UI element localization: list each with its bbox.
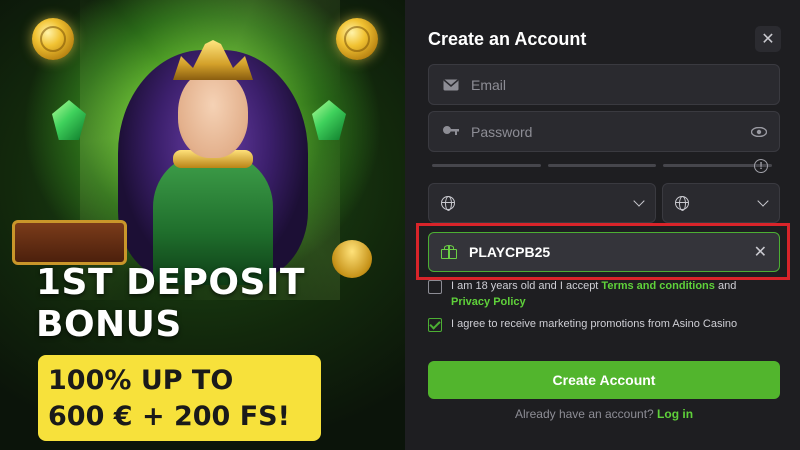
strength-segment [432, 164, 541, 167]
marketing-checkbox[interactable] [428, 318, 442, 332]
login-prompt: Already have an account? Log in [428, 407, 780, 421]
terms-checkbox[interactable] [428, 280, 442, 294]
globe-icon [441, 196, 455, 211]
terms-row: I am 18 years old and I accept Terms and… [428, 278, 780, 310]
key-icon [441, 125, 461, 139]
create-account-button[interactable]: Create Account [428, 361, 780, 399]
currency-select[interactable] [662, 183, 780, 223]
eye-icon[interactable] [750, 124, 768, 140]
promo-code-input[interactable] [469, 244, 754, 260]
headline-line-1: 1ST DEPOSIT [36, 262, 305, 303]
info-icon[interactable]: ! [754, 159, 768, 173]
headline-line-2: BONUS [36, 304, 182, 345]
terms-prefix: I am 18 years old and I accept [451, 280, 602, 292]
chevron-down-icon [757, 195, 769, 207]
gold-coin-icon [336, 18, 378, 60]
password-input[interactable] [471, 123, 751, 140]
close-button[interactable]: ✕ [755, 26, 781, 52]
login-link[interactable]: Log in [657, 407, 693, 421]
login-prompt-text: Already have an account? [514, 407, 654, 421]
terms-and: and [714, 280, 737, 292]
email-input[interactable] [471, 76, 767, 93]
goddess-character-illustration [118, 20, 308, 285]
gold-coin-icon [32, 18, 74, 60]
offer-box: 100% UP TO 600 € + 200 FS! [38, 355, 321, 441]
clear-icon[interactable]: ✕ [754, 242, 767, 262]
marketing-label: I agree to receive marketing promotions … [451, 318, 738, 330]
close-icon: ✕ [761, 31, 775, 48]
form-title: Create an Account [428, 29, 587, 49]
chevron-down-icon [633, 195, 645, 207]
envelope-icon [441, 78, 461, 91]
offer-line-2: 600 € + 200 FS! [48, 401, 290, 432]
email-field[interactable] [428, 64, 780, 105]
marketing-row: I agree to receive marketing promotions … [428, 316, 780, 332]
terms-link[interactable]: Terms and conditions [601, 280, 714, 292]
password-field[interactable] [428, 111, 780, 152]
password-strength-meter [432, 163, 773, 168]
country-select[interactable] [428, 183, 656, 223]
globe-icon [675, 196, 689, 211]
strength-segment [547, 164, 657, 167]
privacy-link[interactable]: Privacy Policy [451, 296, 526, 308]
promo-headline: 1ST DEPOSIT BONUS [36, 262, 366, 346]
promo-banner: 1ST DEPOSIT BONUS 100% UP TO 600 € + 200… [0, 0, 405, 450]
promo-code-field[interactable]: ✕ [428, 232, 780, 272]
offer-line-1: 100% UP TO [48, 365, 234, 396]
signup-panel: Create an Account ✕ ! ✕ [405, 0, 800, 450]
gift-icon [441, 245, 457, 259]
treasure-chest-illustration [12, 220, 127, 265]
terms-label: I am 18 years old and I accept Terms and… [451, 278, 736, 310]
